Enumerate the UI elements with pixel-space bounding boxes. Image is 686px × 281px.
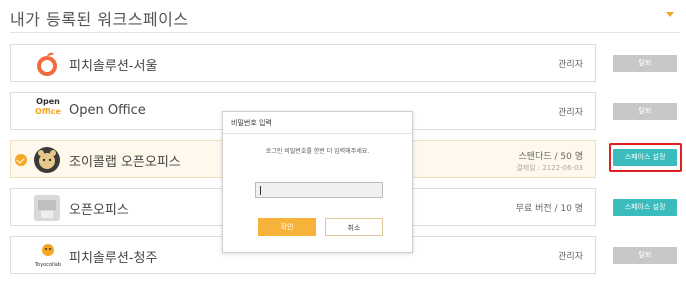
check-icon bbox=[15, 154, 27, 166]
workspace-expiry: 결제일 : 2122-06-03 bbox=[516, 164, 583, 172]
modal-divider bbox=[223, 133, 412, 134]
password-input[interactable] bbox=[255, 182, 383, 198]
modal-message: 로그인 비밀번호를 한번 더 입력해주세요. bbox=[265, 148, 370, 155]
peach-logo-icon bbox=[33, 50, 61, 78]
workspace-plan: 스탠다드 / 50 명 bbox=[518, 152, 583, 162]
workspace-role: 관리자 bbox=[558, 60, 583, 70]
workspace-role: 관리자 bbox=[558, 252, 583, 262]
workspace-name: Open Office bbox=[69, 103, 146, 118]
workspace-name: 조이콜랩 오픈오피스 bbox=[69, 155, 181, 170]
toyocollab-logo-icon: Toyocollab bbox=[31, 242, 65, 270]
cancel-button[interactable]: 취소 bbox=[325, 218, 383, 236]
bear-logo-icon bbox=[33, 146, 61, 174]
workspace-name: 피치솔루션-청주 bbox=[69, 251, 158, 266]
modal-title: 비밀번호 입력 bbox=[231, 119, 272, 127]
text-caret bbox=[260, 186, 261, 195]
confirm-button[interactable]: 확인 bbox=[258, 218, 316, 236]
chevron-down-icon[interactable] bbox=[666, 12, 674, 17]
workspace-name: 피치솔루션-서울 bbox=[69, 59, 158, 74]
workspace-role: 관리자 bbox=[558, 108, 583, 118]
leave-button[interactable]: 탈퇴 bbox=[613, 55, 677, 72]
office-photo-icon bbox=[33, 194, 61, 222]
highlight-box bbox=[609, 143, 682, 172]
section-header: 내가 등록된 워크스페이스 bbox=[10, 0, 680, 33]
workspace-row[interactable]: 피치솔루션-서울 관리자 bbox=[10, 44, 596, 82]
open-office-logo-icon: Open Office bbox=[35, 97, 61, 116]
page-title: 내가 등록된 워크스페이스 bbox=[10, 10, 189, 29]
leave-button[interactable]: 탈퇴 bbox=[613, 103, 677, 120]
password-modal: 비밀번호 입력 로그인 비밀번호를 한번 더 입력해주세요. 확인 취소 bbox=[222, 111, 413, 253]
leave-button[interactable]: 탈퇴 bbox=[613, 247, 677, 264]
space-settings-button[interactable]: 스페이스 설정 bbox=[613, 199, 677, 216]
workspace-name: 오픈오피스 bbox=[69, 203, 129, 218]
workspace-plan: 무료 버전 / 10 명 bbox=[515, 204, 583, 214]
